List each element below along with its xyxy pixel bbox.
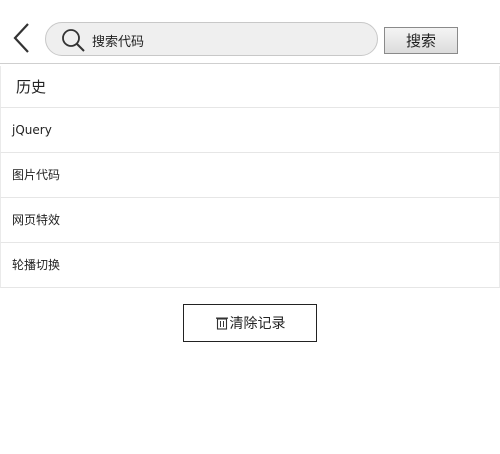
search-input[interactable] xyxy=(92,29,362,51)
search-box[interactable] xyxy=(45,22,378,56)
history-item[interactable]: 网页特效 xyxy=(0,198,500,243)
trash-icon xyxy=(215,317,228,330)
clear-history-button[interactable]: 清除记录 xyxy=(183,304,317,342)
history-list: 历史 jQuery 图片代码 网页特效 轮播切换 xyxy=(0,66,500,288)
history-item[interactable]: jQuery xyxy=(0,108,500,153)
search-button[interactable]: 搜索 xyxy=(384,27,458,54)
history-item[interactable]: 图片代码 xyxy=(0,153,500,198)
clear-history-label: 清除记录 xyxy=(229,316,286,332)
history-title: 历史 xyxy=(0,66,500,108)
back-button[interactable] xyxy=(8,20,36,56)
chevron-left-icon xyxy=(13,23,29,53)
magnifier-icon xyxy=(62,29,85,52)
history-item[interactable]: 轮播切换 xyxy=(0,243,500,288)
top-bar: 搜索 xyxy=(0,0,500,64)
